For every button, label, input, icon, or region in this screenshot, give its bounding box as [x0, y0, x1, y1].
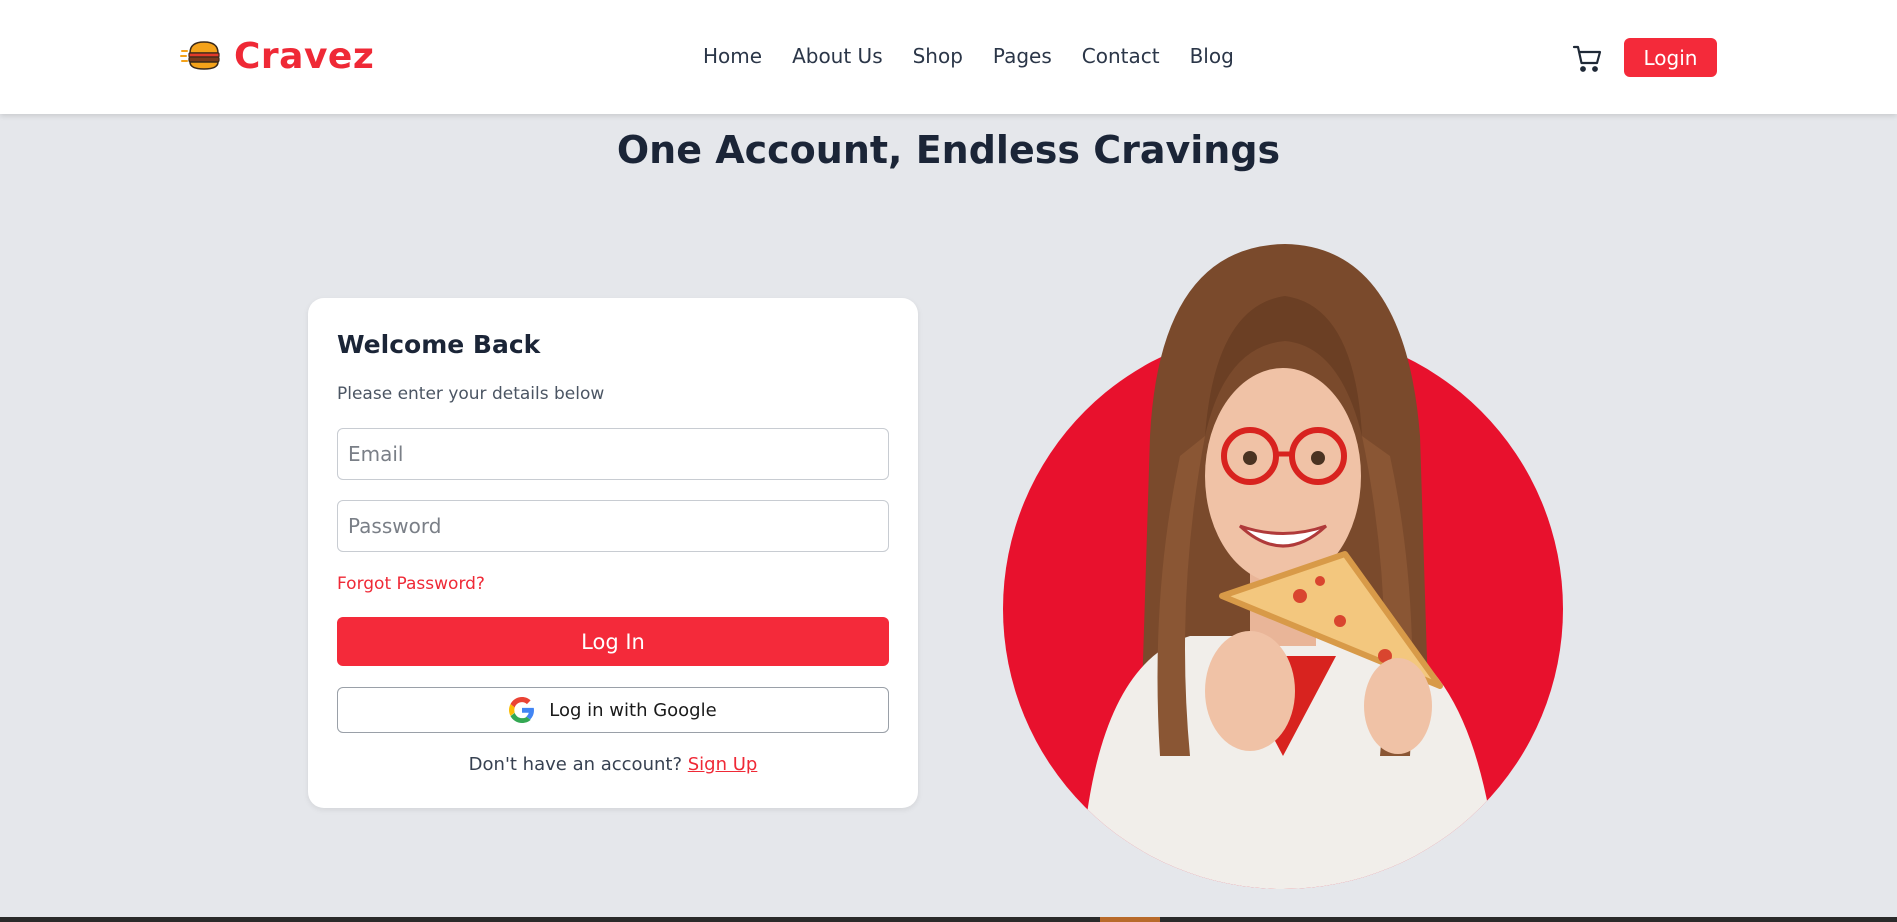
card-subtitle: Please enter your details below: [337, 384, 605, 404]
card-title: Welcome Back: [337, 330, 541, 359]
header-login-button[interactable]: Login: [1624, 38, 1717, 77]
brand-logo[interactable]: Cravez: [180, 35, 375, 77]
taskbar-strip: [0, 917, 1897, 922]
signup-prompt: Don't have an account?: [468, 754, 682, 775]
brand-name: Cravez: [234, 35, 375, 77]
page-title: One Account, Endless Cravings: [616, 128, 1281, 172]
signup-link[interactable]: Sign Up: [688, 754, 758, 775]
signup-prompt-row: Don't have an account? Sign Up: [308, 754, 918, 775]
password-field[interactable]: [337, 500, 889, 552]
nav-pages[interactable]: Pages: [993, 44, 1052, 68]
forgot-password-link[interactable]: Forgot Password?: [337, 574, 485, 594]
login-card: Welcome Back Please enter your details b…: [308, 298, 918, 808]
nav-about-us[interactable]: About Us: [792, 44, 883, 68]
nav-shop[interactable]: Shop: [913, 44, 963, 68]
email-field[interactable]: [337, 428, 889, 480]
main-nav: Home About Us Shop Pages Contact Blog: [703, 44, 1234, 68]
google-login-label: Log in with Google: [549, 699, 717, 721]
nav-contact[interactable]: Contact: [1082, 44, 1160, 68]
nav-home[interactable]: Home: [703, 44, 762, 68]
google-icon: [509, 697, 535, 723]
taskbar-accent: [1100, 917, 1160, 922]
hero-image-woman-with-pizza: [1003, 244, 1563, 889]
cart-icon[interactable]: [1572, 42, 1604, 74]
site-header: Cravez Home About Us Shop Pages Contact …: [0, 0, 1897, 114]
nav-blog[interactable]: Blog: [1190, 44, 1234, 68]
google-login-button[interactable]: Log in with Google: [337, 687, 889, 733]
login-submit-button[interactable]: Log In: [337, 617, 889, 666]
burger-icon: [180, 41, 220, 70]
